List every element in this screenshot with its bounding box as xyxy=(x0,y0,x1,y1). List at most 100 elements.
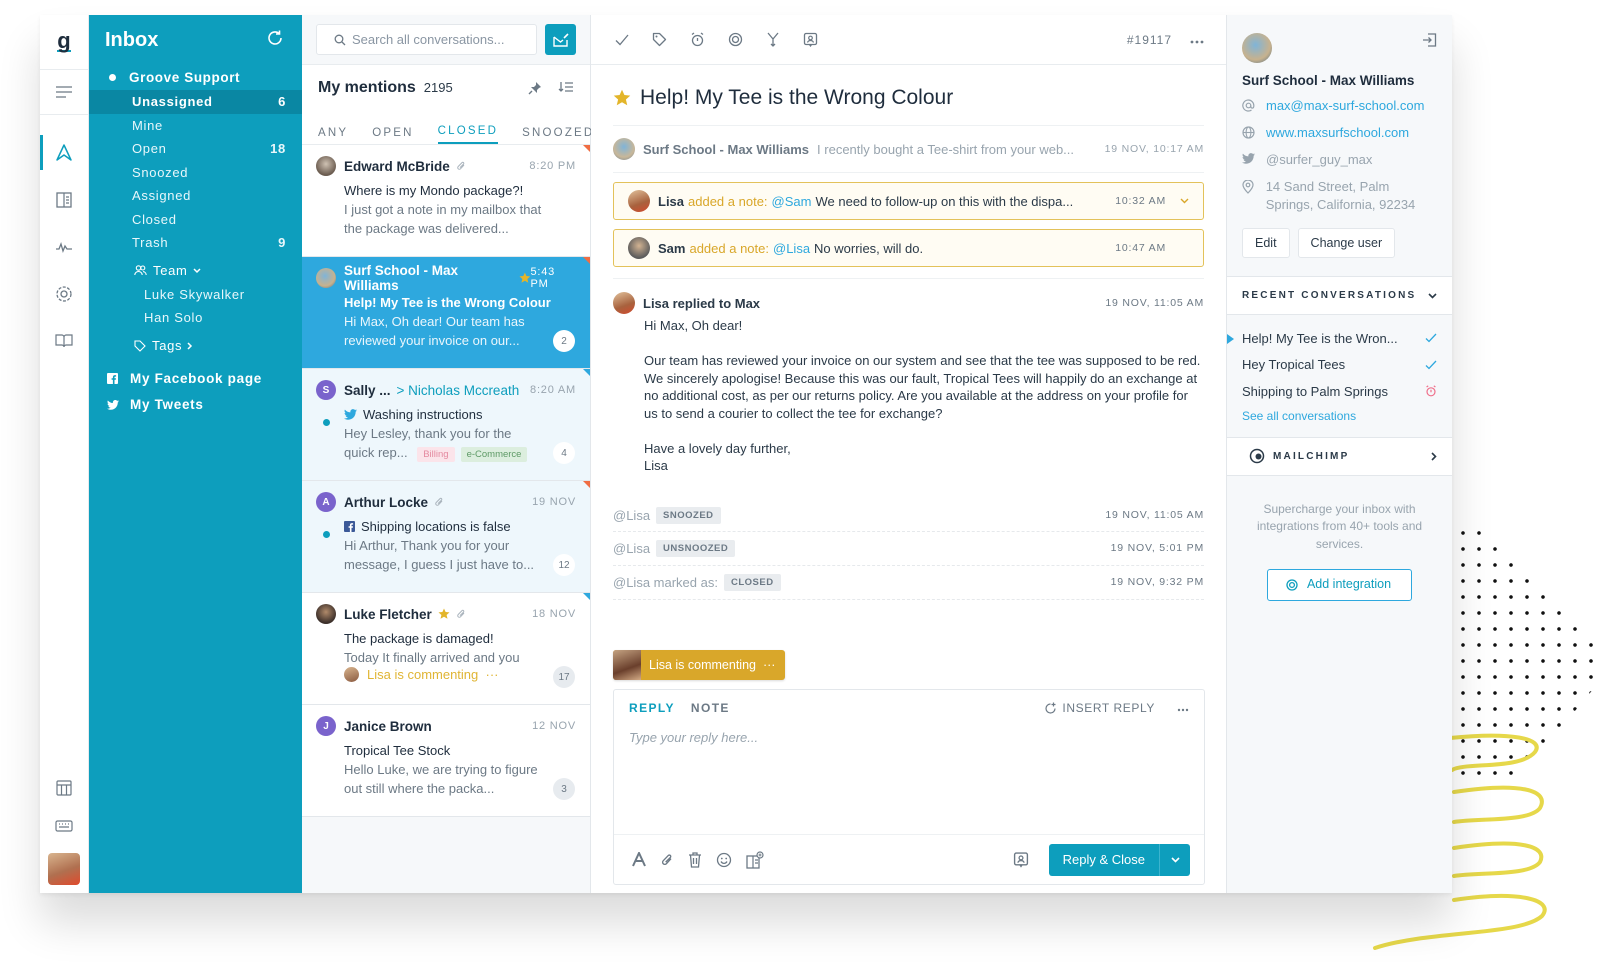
folder-mine[interactable]: Mine xyxy=(89,114,302,138)
folder-unassigned[interactable]: Unassigned 6 xyxy=(89,90,302,114)
attachment-icon xyxy=(457,161,465,170)
composer-tab-note[interactable]: NOTE xyxy=(691,701,730,715)
team-group-toggle[interactable]: Team xyxy=(89,259,302,283)
conversations-icon[interactable] xyxy=(40,129,88,176)
channel-facebook[interactable]: My Facebook page xyxy=(89,366,302,392)
tab-snoozed[interactable]: SNOOZED xyxy=(522,127,594,144)
tab-any[interactable]: ANY xyxy=(318,127,348,144)
trash-icon[interactable] xyxy=(688,851,702,868)
change-user-button[interactable]: Change user xyxy=(1297,228,1396,258)
snooze-icon[interactable] xyxy=(690,32,705,47)
refresh-icon[interactable] xyxy=(266,29,284,52)
widgets-icon[interactable] xyxy=(40,769,88,807)
compose-button[interactable] xyxy=(545,24,576,55)
attachment-icon[interactable] xyxy=(660,852,674,868)
contact-website-link[interactable]: www.maxsurfschool.com xyxy=(1266,124,1409,142)
user-avatar[interactable] xyxy=(48,853,80,885)
tab-open[interactable]: OPEN xyxy=(372,127,413,144)
composer-tab-reply[interactable]: REPLY xyxy=(629,701,675,715)
conversation-item[interactable]: Luke Fletcher 18 NOV The package is dama… xyxy=(302,593,590,705)
reports-icon[interactable] xyxy=(40,223,88,270)
recent-conversation-item[interactable]: Shipping to Palm Springs xyxy=(1242,378,1437,405)
tag-icon[interactable] xyxy=(652,32,667,47)
docs-icon[interactable] xyxy=(40,317,88,364)
see-all-conversations-link[interactable]: See all conversations xyxy=(1242,405,1437,427)
team-member-luke[interactable]: Luke Skywalker xyxy=(89,283,302,307)
internal-note[interactable]: Lisa added a note: @Sam We need to follo… xyxy=(613,182,1204,220)
keyboard-icon[interactable] xyxy=(40,807,88,845)
avatar xyxy=(613,650,641,680)
folder-open[interactable]: Open 18 xyxy=(89,137,302,161)
conversation-item[interactable]: S Sally ... > Nicholas Mccreath 8:20 AM … xyxy=(302,369,590,481)
tag-ecommerce[interactable]: e-Commerce xyxy=(460,447,528,462)
close-conversation-icon[interactable] xyxy=(615,34,629,46)
folder-closed[interactable]: Closed xyxy=(89,208,302,232)
activity-events: @Lisa SNOOZED 19 NOV, 11:05 AM @Lisa UNS… xyxy=(613,500,1204,600)
current-conversation-marker xyxy=(1227,334,1234,344)
knowledge-base-insert-icon[interactable] xyxy=(746,850,764,869)
insert-reply-button[interactable]: INSERT REPLY xyxy=(1044,701,1155,715)
assign-contact-icon[interactable] xyxy=(1013,851,1029,868)
tag-billing[interactable]: Billing xyxy=(417,447,455,462)
ticket-number: #19117 xyxy=(1126,32,1172,47)
follow-icon[interactable] xyxy=(728,32,743,47)
collapse-sidebar-icon[interactable] xyxy=(1422,33,1437,63)
conversation-item-selected[interactable]: Surf School - Max Williams 5:43 PM Help!… xyxy=(302,257,590,369)
conversation-item[interactable]: J Janice Brown 12 NOV Tropical Tee Stock… xyxy=(302,705,590,817)
activity-event: @Lisa SNOOZED 19 NOV, 11:05 AM xyxy=(613,500,1204,532)
recent-conversation-item[interactable]: Hey Tropical Tees xyxy=(1242,352,1437,379)
contact-email-link[interactable]: max@max-surf-school.com xyxy=(1266,97,1424,115)
send-options-dropdown[interactable] xyxy=(1159,843,1190,876)
chevron-down-icon[interactable] xyxy=(1180,198,1189,204)
folder-snoozed[interactable]: Snoozed xyxy=(89,161,302,185)
sort-icon[interactable] xyxy=(558,81,574,93)
list-title: My mentions xyxy=(318,78,416,96)
conversation-item[interactable]: Edward McBride 8:20 PM Where is my Mondo… xyxy=(302,145,590,257)
assignee-link[interactable]: > Nicholas Mccreath xyxy=(397,383,520,398)
avatar: S xyxy=(316,380,336,400)
groove-logo[interactable]: g xyxy=(40,15,88,70)
contact-sidebar: Surf School - Max Williams max@max-surf-… xyxy=(1227,15,1452,893)
assign-icon[interactable] xyxy=(803,32,818,47)
chevron-down-icon xyxy=(193,267,201,273)
edit-contact-button[interactable]: Edit xyxy=(1242,228,1290,258)
location-icon xyxy=(1242,180,1256,194)
settings-icon[interactable] xyxy=(40,270,88,317)
email-icon xyxy=(1242,99,1256,112)
recent-conversations: Help! My Tee is the Wron... Hey Tropical… xyxy=(1227,315,1452,438)
recent-conversations-header[interactable]: RECENT CONVERSATIONS xyxy=(1227,277,1452,315)
recent-conversation-item[interactable]: Help! My Tee is the Wron... xyxy=(1242,325,1437,352)
closed-check-icon xyxy=(1425,333,1437,343)
avatar: A xyxy=(316,492,336,512)
internal-note[interactable]: Sam added a note: @Lisa No worries, will… xyxy=(613,229,1204,267)
team-member-han[interactable]: Han Solo xyxy=(89,306,302,330)
tab-closed[interactable]: CLOSED xyxy=(437,125,499,144)
reply-and-close-button[interactable]: Reply & Close xyxy=(1048,843,1190,876)
composer-more-icon[interactable] xyxy=(1177,699,1189,717)
menu-icon[interactable] xyxy=(40,70,88,115)
twitter-icon xyxy=(1242,153,1256,164)
folder-trash[interactable]: Trash 9 xyxy=(89,231,302,255)
reply-textarea[interactable]: Type your reply here... xyxy=(614,726,1204,834)
conversation-item[interactable]: A Arthur Locke 19 NOV Shipping locations… xyxy=(302,481,590,593)
add-integration-button[interactable]: Add integration xyxy=(1266,569,1413,601)
mailchimp-integration[interactable]: MAILCHIMP xyxy=(1227,437,1452,476)
channel-twitter[interactable]: My Tweets xyxy=(89,392,302,418)
pin-icon[interactable] xyxy=(528,81,542,95)
avatar: J xyxy=(316,716,336,736)
collapsed-message[interactable]: Surf School - Max Williams I recently bo… xyxy=(613,137,1204,161)
star-icon xyxy=(438,608,450,619)
icon-rail: g xyxy=(40,15,89,893)
mailbox-dot-icon xyxy=(109,74,116,81)
search-input[interactable]: Search all conversations... xyxy=(316,24,537,55)
more-options-icon[interactable] xyxy=(1190,31,1204,49)
knowledge-base-icon[interactable] xyxy=(40,176,88,223)
mailbox-groove-support[interactable]: Groove Support xyxy=(89,65,302,90)
text-format-icon[interactable] xyxy=(632,852,646,867)
merge-icon[interactable] xyxy=(766,32,780,47)
tags-group-toggle[interactable]: Tags xyxy=(89,334,302,358)
folder-assigned[interactable]: Assigned xyxy=(89,184,302,208)
avatar xyxy=(613,138,635,160)
emoji-icon[interactable] xyxy=(716,852,732,868)
star-icon[interactable] xyxy=(613,89,631,107)
